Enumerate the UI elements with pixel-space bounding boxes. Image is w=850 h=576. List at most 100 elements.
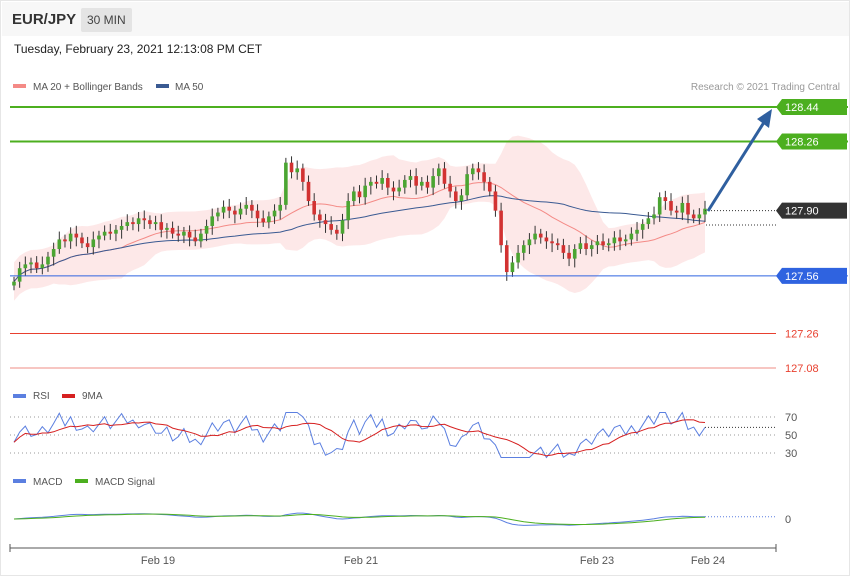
candle-body	[68, 233, 73, 242]
candle-body	[459, 195, 464, 202]
candle-body	[669, 201, 673, 211]
candle-body	[555, 243, 560, 246]
rsi-line	[13, 411, 706, 459]
candle-body	[51, 249, 56, 257]
candle-body	[550, 241, 554, 244]
candle-body	[482, 172, 486, 182]
level-label: 127.08	[785, 363, 819, 375]
candle-body	[238, 208, 243, 215]
candle-body	[584, 243, 588, 250]
candle-body	[595, 241, 600, 246]
macd-panel: 0	[13, 512, 791, 526]
candle-body	[640, 224, 645, 230]
candle-body	[216, 212, 220, 217]
candle-body	[623, 239, 628, 242]
candle-body	[159, 222, 164, 230]
candle-body	[46, 256, 50, 265]
candle-body	[629, 233, 634, 240]
candle-body	[63, 239, 67, 242]
legend-ma20-label: MA 20 + Bollinger Bands	[33, 82, 143, 93]
candle-body	[346, 201, 350, 221]
candle-body	[329, 224, 333, 230]
candle-body	[23, 264, 28, 269]
rsi-tick-label: 30	[785, 448, 797, 460]
candle-body	[403, 179, 407, 188]
macd-tick-label: 0	[785, 514, 791, 526]
candle-body	[108, 231, 113, 234]
candle-body	[85, 243, 90, 248]
candle-body	[386, 178, 390, 188]
legend-rsi-ma-swatch	[62, 394, 75, 398]
candle-body	[12, 281, 16, 286]
candle-body	[510, 262, 515, 273]
candle-body	[657, 197, 662, 215]
research-credit: Research © 2021 Trading Central	[691, 82, 840, 93]
candle-body	[612, 237, 617, 244]
legend-rsi-swatch	[13, 394, 26, 398]
candle-body	[663, 197, 668, 202]
candle-body	[453, 191, 458, 202]
candle-body	[335, 229, 339, 234]
candle-body	[284, 162, 288, 205]
x-tick-label: Feb 24	[691, 555, 725, 567]
candle-body	[516, 252, 520, 263]
candle-body	[29, 262, 33, 265]
x-tick-label: Feb 21	[344, 555, 378, 567]
legend-macd-signal-label: MACD Signal	[95, 477, 155, 488]
candle-body	[420, 181, 424, 186]
candle-body	[233, 210, 237, 215]
candle-body	[131, 222, 135, 225]
candle-body	[114, 229, 118, 234]
candle-body	[318, 214, 322, 221]
candle-body	[244, 204, 249, 209]
candle-body	[493, 191, 498, 211]
candle-body	[606, 243, 611, 246]
candle-body	[397, 187, 401, 192]
candle-body	[442, 168, 447, 184]
candle-body	[499, 210, 503, 246]
candle-body	[703, 208, 707, 215]
candle-body	[40, 264, 45, 269]
candle-body	[312, 201, 316, 215]
candle-body	[91, 239, 96, 248]
candle-body	[408, 176, 413, 180]
candle-body	[97, 235, 101, 240]
candle-body	[267, 216, 271, 223]
candle-body	[465, 174, 469, 196]
candle-body	[165, 227, 169, 230]
forecast-arrow-shaft	[706, 115, 770, 212]
candle-body	[686, 202, 690, 215]
candle-body	[567, 252, 571, 259]
forecast-arrow-head	[757, 109, 772, 128]
candle-body	[589, 245, 594, 250]
candle-body	[102, 231, 107, 236]
rsi-tick-label: 50	[785, 430, 797, 442]
candle-body	[470, 168, 475, 175]
legend-macd-swatch	[13, 479, 26, 483]
candle-body	[561, 245, 566, 253]
candle-body	[170, 227, 175, 234]
candle-body	[487, 181, 492, 192]
candle-body	[527, 239, 532, 246]
candle-body	[476, 168, 481, 173]
candle-body	[148, 220, 152, 225]
candle-body	[182, 231, 186, 236]
candle-body	[80, 237, 84, 244]
candle-body	[618, 237, 622, 242]
candle-body	[221, 206, 226, 213]
candle-body	[210, 216, 215, 226]
x-tick-label: Feb 19	[141, 555, 175, 567]
candle-body	[448, 183, 452, 192]
candle-body	[306, 181, 311, 202]
candle-body	[199, 233, 203, 242]
candle-body	[380, 178, 384, 184]
candle-body	[391, 187, 396, 192]
legend: MA 20 + Bollinger Bands MA 50 Research ©…	[13, 82, 840, 93]
candle-body	[652, 214, 656, 219]
candle-body	[521, 245, 526, 253]
legend-macd-signal-swatch	[75, 479, 88, 483]
level-label: 127.90	[785, 206, 819, 218]
legend-rsi-label: RSI	[33, 391, 50, 402]
legend-ma50-swatch	[156, 84, 169, 88]
candle-body	[431, 176, 435, 188]
